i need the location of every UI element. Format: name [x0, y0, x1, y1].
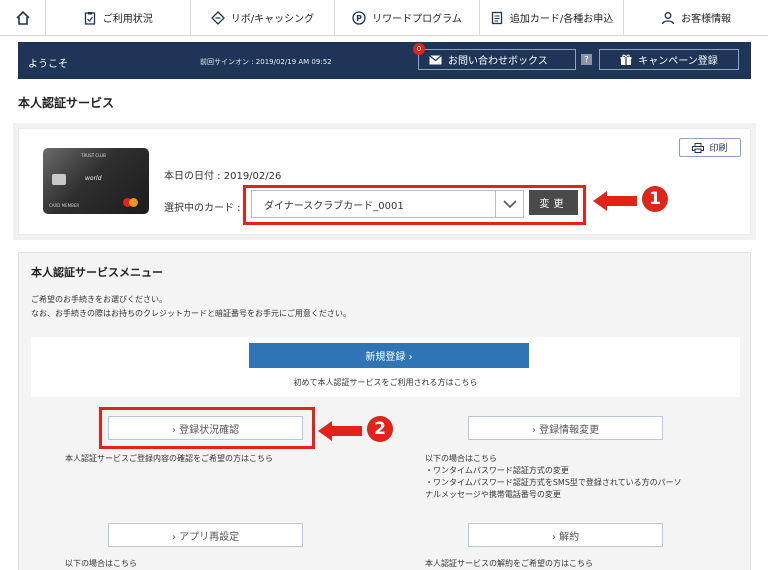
clipboard-icon [84, 11, 95, 25]
callout-arrow-2-icon [318, 421, 362, 441]
today-date: 本日の日付 : 2019/02/26 [164, 171, 282, 182]
cancel-service-button[interactable]: › 解約 [468, 523, 663, 547]
nav-customer-info-label: お客様情報 [681, 14, 732, 25]
app-reset-button[interactable]: › アプリ再設定 [108, 523, 303, 547]
card-member-text: CARD MEMBER [49, 203, 80, 208]
new-registration-note: 初めて本人認証サービスをご利用される方はこちら [293, 378, 478, 387]
change-desc-line-1: 以下の場合はこちら [425, 454, 497, 463]
change-desc-line-3: ・ワンタイムパスワード認証方式をSMS型で登録されている方のパーソ [425, 478, 682, 487]
menu-description: ご希望のお手続きをお選びください。 なお、お手続きの際はお持ちのクレジットカード… [31, 293, 351, 321]
service-menu-panel: 本人認証サービスメニュー ご希望のお手続きをお選びください。 なお、お手続きの際… [18, 252, 751, 570]
last-signon: 前回サインオン : 2019/02/19 AM 09:52 [200, 58, 332, 66]
change-card-button[interactable]: 変更 [529, 190, 578, 215]
campaign-button[interactable]: キャンペーン登録 [599, 49, 739, 70]
credit-card-image: TRUST CLUB world CARD MEMBER [43, 148, 149, 214]
nav-rewards[interactable]: P リワードプログラム [335, 0, 480, 35]
nav-revolving[interactable]: リボ/キャッシング [191, 0, 336, 35]
nav-rewards-label: リワードプログラム [372, 14, 462, 25]
svg-text:P: P [356, 14, 362, 23]
diamond-arrows-icon [210, 10, 225, 25]
new-registration-button[interactable]: 新規登録 › [249, 343, 529, 368]
document-icon [491, 11, 503, 24]
chevron-down-icon[interactable] [495, 191, 523, 217]
cancel-service-desc: 本人認証サービスの解約をご希望の方はこちら [425, 559, 593, 568]
menu-title: 本人認証サービスメニュー [31, 266, 163, 279]
menu-desc-line-1: ご希望のお手続きをお選びください。 [31, 295, 167, 304]
change-desc-line-4: ナルメッセージや携帯電話番号の変更 [425, 490, 561, 499]
change-registration-button[interactable]: › 登録情報変更 [468, 416, 663, 440]
card-select-value: ダイナースクラブカード_0001 [264, 200, 404, 212]
callout-number-1: 1 [642, 186, 668, 212]
callout-number-2: 2 [367, 416, 393, 442]
print-button[interactable]: 印刷 [679, 138, 741, 157]
nav-additional-card[interactable]: 追加カード/各種お申込 [480, 0, 625, 35]
card-select[interactable]: ダイナースクラブカード_0001 [251, 190, 524, 218]
gift-icon [620, 54, 632, 65]
inbox-button[interactable]: 0 お問い合わせボックス [413, 43, 576, 70]
callout-arrow-1-icon [593, 191, 637, 211]
top-nav: ご利用状況 リボ/キャッシング P リワードプログラム 追加カード/各種お申込 … [0, 0, 768, 36]
card-chip-icon [52, 174, 66, 185]
nav-additional-card-label: 追加カード/各種お申込 [509, 14, 614, 25]
nav-usage[interactable]: ご利用状況 [46, 0, 191, 35]
page-title: 本人認証サービス [18, 96, 115, 110]
envelope-icon [429, 54, 442, 64]
printer-icon [692, 142, 705, 153]
mastercard-logo-icon-2 [129, 198, 138, 207]
welcome-greeting: ようこそ [28, 59, 68, 70]
card-panel: TRUST CLUB world CARD MEMBER 本日の日付 : 201… [18, 128, 751, 235]
campaign-label: キャンペーン登録 [638, 56, 718, 67]
help-icon[interactable]: ? [581, 54, 592, 65]
nav-revolving-label: リボ/キャッシング [230, 14, 315, 25]
welcome-bar: ようこそ 前回サインオン : 2019/02/19 AM 09:52 0 お問い… [18, 42, 751, 79]
menu-desc-line-2: なお、お手続きの際はお持ちのクレジットカードと暗証番号をお手元にご用意ください。 [31, 309, 351, 318]
card-brand-text: TRUST CLUB [81, 153, 106, 158]
change-desc-line-2: ・ワンタイムパスワード認証方式の変更 [425, 466, 569, 475]
nav-customer-info[interactable]: お客様情報 [624, 0, 768, 35]
registration-status-desc: 本人認証サービスご登録内容の確認をご希望の方はこちら [65, 454, 273, 463]
print-label: 印刷 [709, 144, 728, 154]
selected-card-label: 選択中のカード : [164, 203, 241, 214]
inbox-label: お問い合わせボックス [448, 56, 548, 67]
nav-usage-label: ご利用状況 [102, 14, 153, 25]
registration-status-button[interactable]: › 登録状況確認 [108, 416, 303, 440]
inbox-count-badge: 0 [413, 43, 425, 55]
points-p-icon: P [352, 10, 366, 25]
new-registration-box: 新規登録 › 初めて本人認証サービスをご利用される方はこちら [31, 337, 740, 397]
change-registration-desc: 以下の場合はこちら ・ワンタイムパスワード認証方式の変更 ・ワンタイムパスワード… [425, 453, 725, 501]
home-icon [15, 10, 30, 25]
app-reset-desc: 以下の場合はこちら [65, 559, 137, 568]
card-world-text: world [85, 175, 102, 182]
home-button[interactable] [0, 0, 46, 35]
person-icon [662, 11, 675, 24]
